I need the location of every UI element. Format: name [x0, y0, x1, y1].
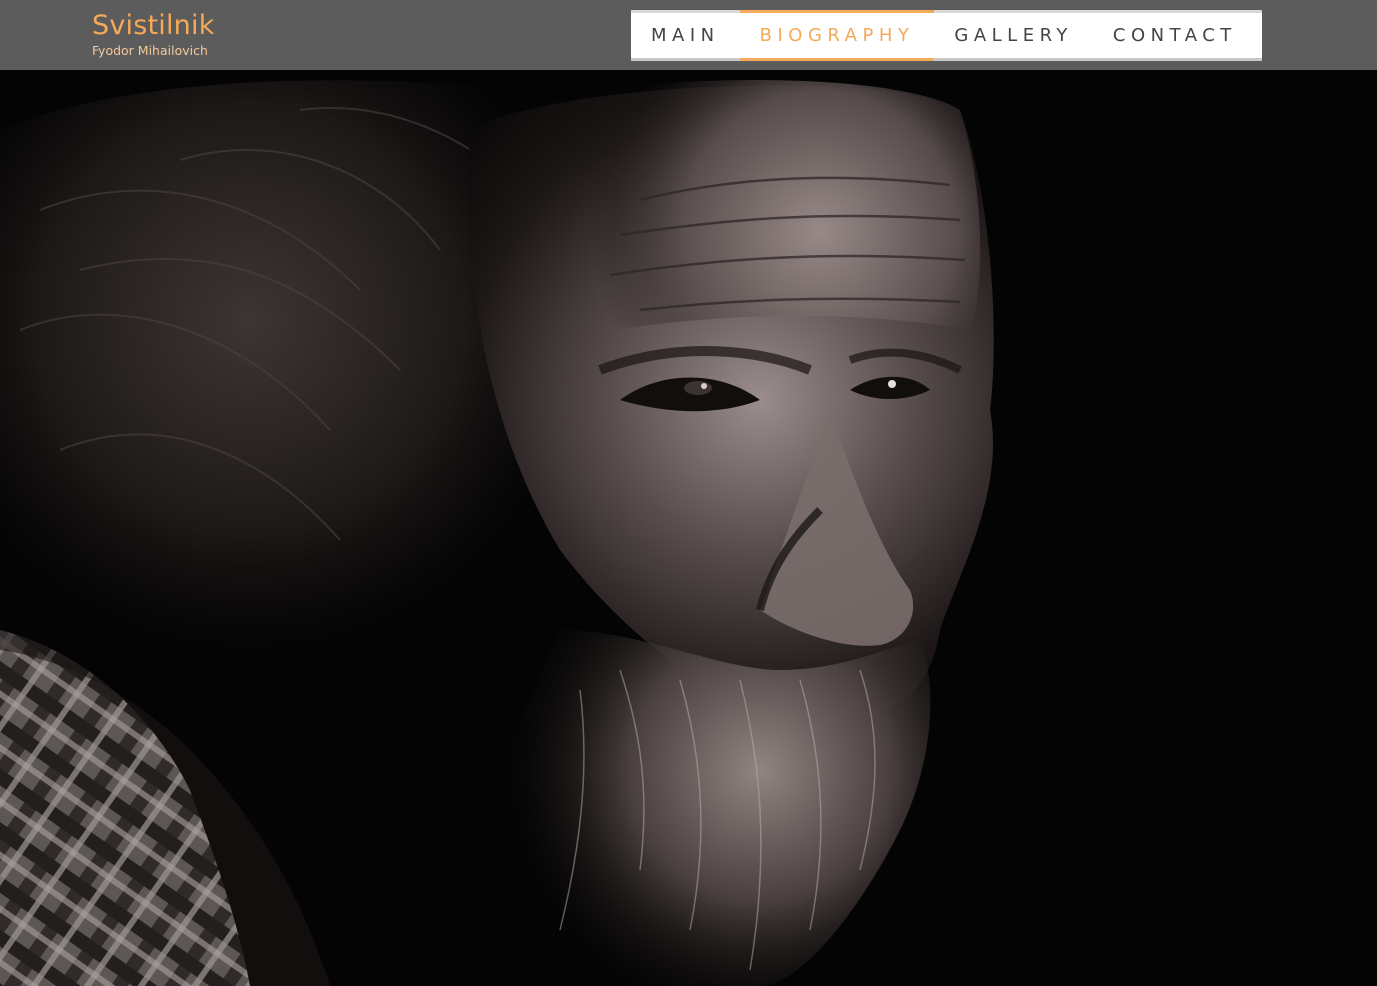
site-title[interactable]: Svistilnik [92, 10, 215, 42]
site-subtitle: Fyodor Mihailovich [92, 43, 208, 58]
nav-item-contact[interactable]: CONTACT [1093, 13, 1257, 58]
portrait-illustration [0, 70, 1377, 986]
nav-item-gallery[interactable]: GALLERY [934, 13, 1093, 58]
site-brand[interactable]: Svistilnik Fyodor Mihailovich [92, 10, 215, 58]
nav-item-main[interactable]: MAIN [631, 13, 740, 58]
main-navigation: MAIN BIOGRAPHY GALLERY CONTACT [631, 10, 1262, 61]
hero-portrait-image [0, 70, 1377, 986]
nav-item-biography[interactable]: BIOGRAPHY [739, 10, 935, 61]
site-header: Svistilnik Fyodor Mihailovich MAIN BIOGR… [0, 0, 1377, 70]
